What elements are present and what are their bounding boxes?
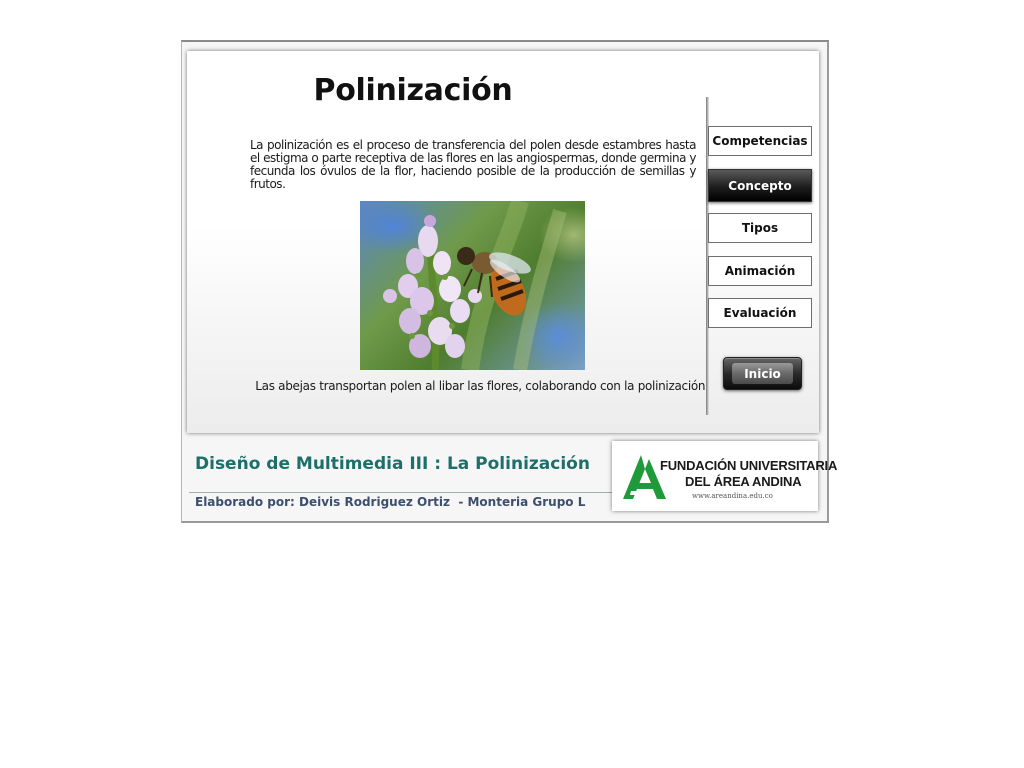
logo-text-line1: FUNDACIÓN UNIVERSITARIA	[660, 458, 838, 473]
home-button-label: Inicio	[732, 363, 793, 384]
page-title: Polinización	[313, 73, 513, 108]
footer-divider	[189, 492, 613, 493]
author-credits: Elaborado por: Deivis Rodriguez Ortiz - …	[195, 495, 586, 509]
university-logo: FUNDACIÓN UNIVERSITARIA DEL ÁREA ANDINA …	[612, 441, 837, 511]
nav-button-tipos[interactable]: Tipos	[708, 213, 812, 243]
nav-button-competencias[interactable]: Competencias	[708, 126, 812, 156]
intro-paragraph: La polinización es el proceso de transfe…	[250, 138, 697, 191]
bee-on-flower-illustration	[383, 201, 567, 370]
course-title: Diseño de Multimedia III : La Polinizaci…	[195, 454, 590, 474]
home-button[interactable]: Inicio	[723, 357, 802, 390]
nav-button-concepto[interactable]: Concepto	[708, 169, 812, 202]
nav-button-animacion[interactable]: Animación	[708, 256, 812, 286]
bee-flower-photo	[360, 201, 585, 370]
nav-button-evaluacion[interactable]: Evaluación	[708, 298, 812, 328]
logo-url: www.areandina.edu.co	[692, 492, 773, 500]
photo-caption: Las abejas transportan polen al libar la…	[255, 379, 709, 393]
logo-text-line2: DEL ÁREA ANDINA	[685, 474, 802, 489]
